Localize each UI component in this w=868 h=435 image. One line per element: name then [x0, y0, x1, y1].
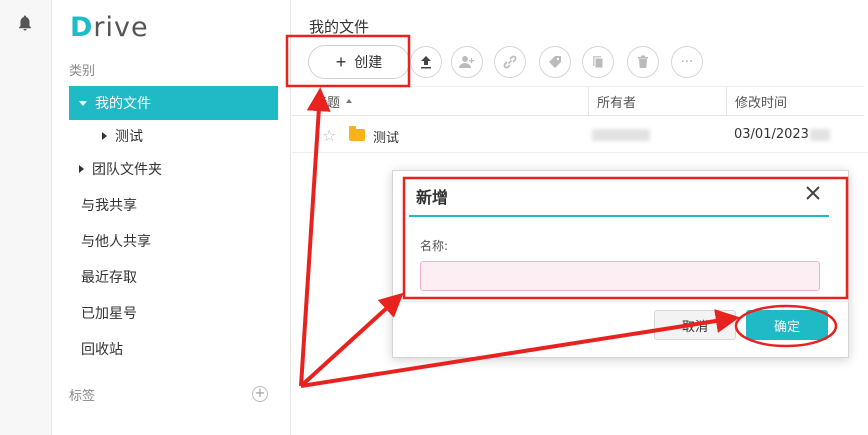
delete-button[interactable] — [627, 46, 659, 78]
confirm-button[interactable]: 确定 — [746, 310, 828, 340]
copy-button[interactable] — [582, 46, 614, 78]
sidebar-item-my-files[interactable]: 我的文件 — [69, 86, 278, 120]
close-icon[interactable] — [803, 183, 823, 203]
chevron-right-icon[interactable] — [102, 132, 107, 140]
column-owner[interactable]: 所有者 — [588, 86, 726, 116]
time-redacted — [810, 129, 830, 141]
folder-icon — [349, 126, 365, 141]
bell-icon[interactable] — [16, 14, 34, 32]
sort-asc-icon — [346, 99, 353, 103]
sidebar: Drive 类别 我的文件 测试 团队文件夹 与我共享 与他人共享 最近存取 已… — [52, 0, 291, 435]
plus-icon: + — [335, 52, 347, 72]
dialog-footer-divider — [393, 301, 850, 302]
create-button[interactable]: + 创建 — [308, 45, 410, 79]
copy-icon — [593, 56, 604, 69]
sidebar-item-test[interactable]: 测试 — [69, 119, 278, 153]
more-icon: ··· — [680, 54, 694, 70]
page-title: 我的文件 — [309, 18, 370, 36]
more-button[interactable]: ··· — [671, 46, 703, 78]
chevron-down-icon — [79, 100, 87, 106]
dialog-divider — [409, 215, 829, 217]
new-dialog: 新增 名称: 取消 确定 — [392, 170, 850, 358]
tag-icon — [549, 56, 561, 68]
name-input[interactable] — [420, 261, 820, 291]
file-name: 测试 — [373, 131, 400, 146]
chevron-right-icon[interactable] — [79, 165, 84, 173]
tags-label: 标签 — [69, 389, 96, 404]
link-button[interactable] — [494, 46, 526, 78]
sidebar-item-team-folders[interactable]: 团队文件夹 — [69, 152, 278, 186]
table-row[interactable]: ☆ 测试 03/01/2023 — [292, 117, 868, 153]
add-tag-icon[interactable]: + — [252, 386, 268, 402]
star-icon[interactable]: ☆ — [322, 126, 336, 145]
sidebar-item-shared-with-me[interactable]: 与我共享 — [69, 188, 278, 222]
name-label: 名称: — [420, 239, 449, 253]
sidebar-item-starred[interactable]: 已加星号 — [69, 296, 278, 330]
left-rail — [0, 0, 52, 435]
column-modified[interactable]: 修改时间 — [726, 86, 864, 116]
drive-logo: Drive — [70, 12, 149, 43]
upload-icon — [421, 56, 431, 69]
owner-redacted — [592, 129, 650, 141]
dialog-title: 新增 — [416, 188, 449, 207]
sidebar-item-shared-with-others[interactable]: 与他人共享 — [69, 224, 278, 258]
trash-icon — [638, 55, 648, 68]
add-user-icon — [459, 56, 475, 68]
add-user-button[interactable] — [451, 46, 483, 78]
sidebar-item-recent[interactable]: 最近存取 — [69, 260, 278, 294]
category-label: 类别 — [69, 64, 96, 79]
sidebar-item-trash[interactable]: 回收站 — [69, 332, 278, 366]
column-title[interactable]: 标题 — [292, 86, 588, 116]
link-icon — [503, 55, 517, 69]
cancel-button[interactable]: 取消 — [654, 310, 736, 340]
tag-button[interactable] — [539, 46, 571, 78]
upload-button[interactable] — [410, 46, 442, 78]
modified-date: 03/01/2023 — [734, 127, 809, 142]
